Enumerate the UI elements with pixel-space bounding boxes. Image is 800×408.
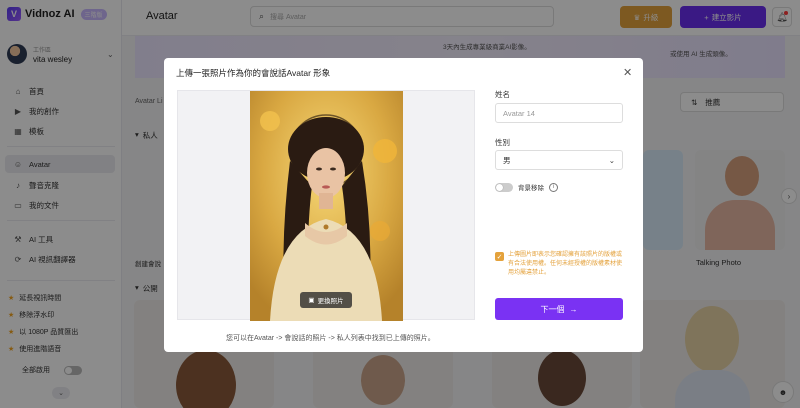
image-icon: ▣ [308, 297, 315, 304]
name-label: 姓名 [495, 90, 510, 99]
background-removal-row: 背景移除 i [495, 182, 558, 192]
portrait-illustration [250, 91, 403, 321]
gender-value: 男 [503, 155, 511, 165]
preview-hint: 您可以在Avatar -> 會說話的照片 -> 私人列表中找到已上傳的照片。 [226, 335, 435, 342]
photo-preview-area: ▣ 更換照片 [177, 90, 475, 321]
gender-select[interactable]: 男 ⌄ [495, 150, 623, 170]
replace-photo-button[interactable]: ▣ 更換照片 [300, 292, 352, 308]
background-removal-label: 背景移除 [518, 185, 544, 192]
consent-row: ✓ 上傳圖片即表示您確認擁有該照片的版權或有合法使用權。任何未經授權的版權素材使… [495, 251, 625, 278]
chevron-down-icon: ⌄ [608, 155, 615, 165]
replace-photo-label: 更換照片 [317, 298, 344, 305]
next-label: 下一個 [540, 304, 565, 314]
background-removal-toggle[interactable] [495, 182, 513, 192]
close-icon: ✕ [623, 67, 633, 79]
consent-checkbox[interactable]: ✓ [495, 252, 504, 261]
next-button[interactable]: 下一個 → [495, 298, 623, 320]
consent-text: 上傳圖片即表示您確認擁有該照片的版權或有合法使用權。任何未經授權的版權素材使用均… [508, 252, 623, 276]
name-placeholder: Avatar 14 [503, 108, 535, 118]
info-icon[interactable]: i [549, 182, 558, 192]
uploaded-portrait-image: ▣ 更換照片 [250, 91, 403, 321]
dialog-title: 上傳一張照片作為你的會說話Avatar 形象 [176, 68, 331, 78]
close-button[interactable]: ✕ [623, 66, 632, 79]
arrow-right-icon: → [569, 304, 578, 314]
gender-label: 性別 [495, 138, 510, 147]
name-input[interactable]: Avatar 14 [495, 103, 623, 123]
upload-photo-dialog: 上傳一張照片作為你的會說話Avatar 形象 ✕ ▣ 更換照片 您可以在Avat… [164, 58, 643, 352]
